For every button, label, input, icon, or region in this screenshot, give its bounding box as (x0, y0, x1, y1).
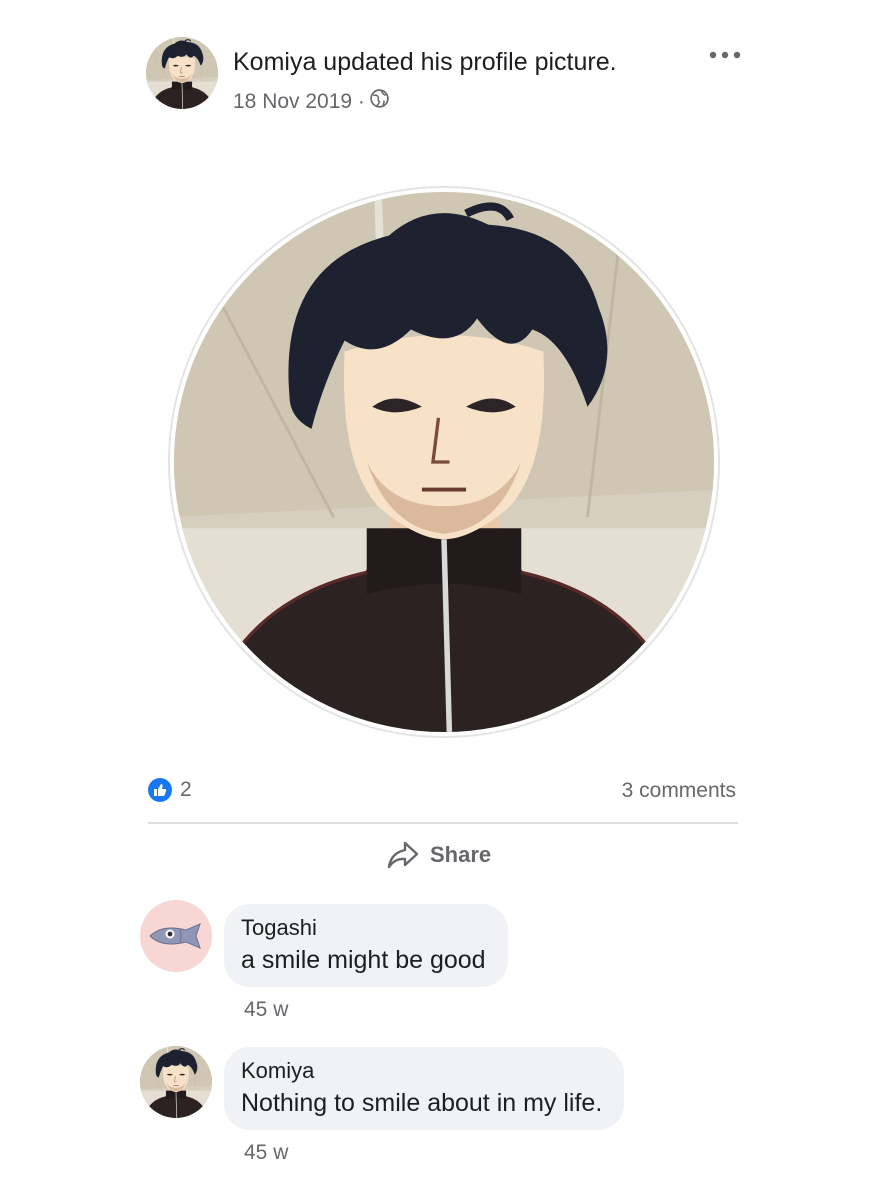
globe-icon (369, 88, 390, 115)
share-button[interactable]: Share (386, 840, 491, 870)
divider (148, 822, 738, 824)
comment-timestamp[interactable]: 45 w (244, 998, 288, 1022)
comment-timestamp[interactable]: 45 w (244, 1141, 288, 1165)
comments-count-link[interactable]: 3 comments (622, 779, 736, 803)
more-options-icon (709, 51, 741, 59)
comment-author[interactable]: Togashi (241, 913, 486, 943)
comment-bubble[interactable]: Komiya Nothing to smile about in my life… (224, 1047, 625, 1130)
comment-author[interactable]: Komiya (241, 1056, 602, 1086)
commenter-avatar-komiya[interactable] (140, 1046, 212, 1118)
post-meta: 18 Nov 2019 · (233, 88, 390, 115)
fish-icon (149, 923, 201, 949)
comment-bubble[interactable]: Togashi a smile might be good (224, 904, 508, 987)
comment-text: a smile might be good (241, 946, 486, 974)
more-options-button[interactable] (705, 40, 745, 70)
post-title: Komiya updated his profile picture. (233, 48, 617, 76)
share-icon (387, 841, 419, 869)
comment-text: Nothing to smile about in my life. (241, 1089, 603, 1117)
post-author-avatar[interactable] (146, 37, 218, 109)
share-label: Share (430, 842, 492, 867)
reaction-summary[interactable]: 2 (148, 778, 192, 802)
profile-picture[interactable] (168, 186, 720, 738)
like-count: 2 (180, 778, 192, 801)
commenter-avatar-togashi[interactable] (140, 900, 212, 972)
like-icon (148, 778, 172, 802)
post-date[interactable]: 18 Nov 2019 · (233, 90, 365, 114)
